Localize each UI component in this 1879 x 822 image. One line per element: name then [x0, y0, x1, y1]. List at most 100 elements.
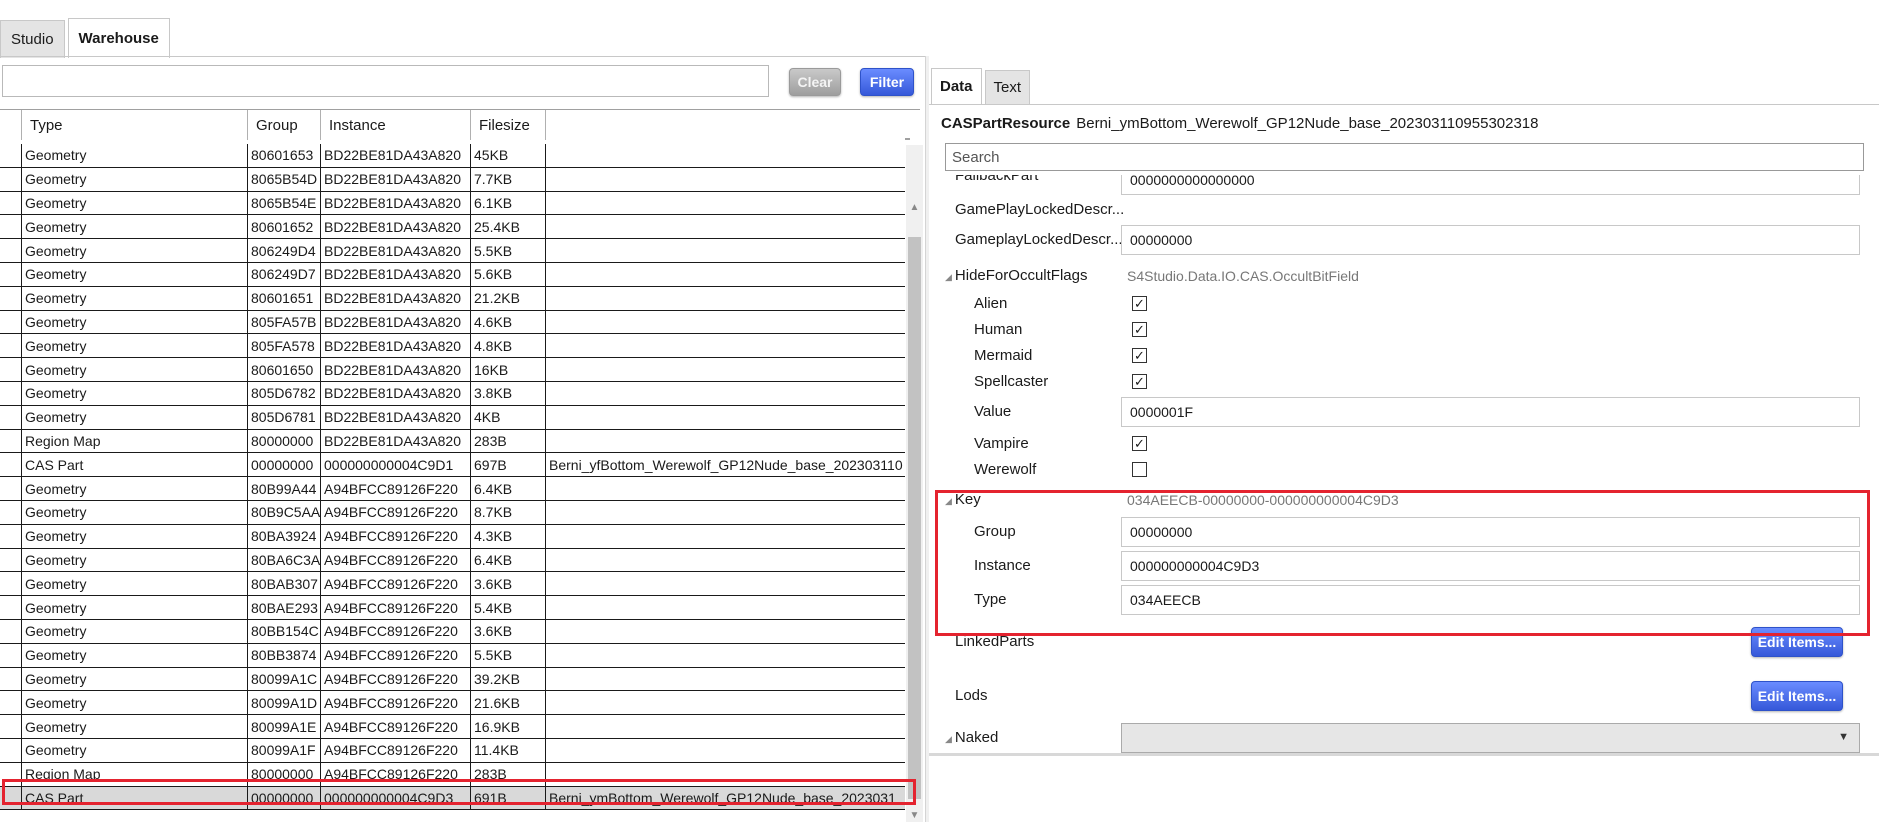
key-group-field[interactable]: 00000000 — [1121, 517, 1860, 547]
table-row[interactable]: Geometry 805FA578 BD22BE81DA43A820 4.8KB — [0, 334, 905, 359]
cell-instance: BD22BE81DA43A820 — [321, 167, 471, 191]
prop-label: Lods — [955, 687, 988, 704]
resource-type-label: CASPartResource — [941, 115, 1071, 132]
mermaid-checkbox[interactable]: ✓ — [1132, 348, 1147, 363]
table-row[interactable]: Geometry 806249D7 BD22BE81DA43A820 5.6KB — [0, 262, 905, 287]
lods-edit-button[interactable]: Edit Items... — [1751, 681, 1843, 711]
row-selector — [0, 524, 22, 548]
filter-input[interactable] — [2, 65, 769, 97]
linked-parts-edit-button[interactable]: Edit Items... — [1751, 627, 1843, 657]
table-row[interactable]: Geometry 8065B54E BD22BE81DA43A820 6.1KB — [0, 191, 905, 216]
table-row[interactable]: CAS Part 00000000 000000000004C9D1 697B Bern… — [0, 453, 905, 478]
prop-hide-for-occult-flags[interactable]: ◢ HideForOccultFlags S4Studio.Data.IO.CAS… — [929, 265, 1879, 289]
chevron-down-icon[interactable]: ▼ — [1838, 731, 1849, 743]
cell-group: 80B99A44 — [248, 477, 321, 500]
cell-type: Geometry — [22, 358, 248, 381]
warehouse-pane: Clear Filter Type Group Instance Filesiz… — [0, 56, 925, 822]
table-row[interactable]: Geometry 80601651 BD22BE81DA43A820 21.2KB — [0, 286, 905, 311]
prop-label: Value — [974, 403, 1012, 420]
table-row[interactable]: Geometry 805D6781 BD22BE81DA43A820 4KB — [0, 405, 905, 430]
table-row[interactable]: Geometry 80601653 BD22BE81DA43A820 45KB — [0, 144, 905, 168]
table-row[interactable]: Geometry 80601650 BD22BE81DA43A820 16KB — [0, 358, 905, 382]
table-row[interactable]: Geometry 80099A1E A94BFCC89126F220 16.9KB — [0, 715, 905, 739]
table-row[interactable]: Geometry 80BA6C3A A94BFCC89126F220 6.4KB — [0, 548, 905, 573]
tab-warehouse[interactable]: Warehouse — [67, 18, 170, 58]
cell-group: 8065B54D — [248, 167, 321, 191]
spellcaster-checkbox[interactable]: ✓ — [1132, 374, 1147, 389]
column-header-instance[interactable]: Instance — [321, 110, 471, 140]
table-row[interactable]: Region Map 80000000 BD22BE81DA43A820 283B — [0, 429, 905, 454]
cell-filesize: 8.7KB — [471, 500, 546, 524]
werewolf-checkbox[interactable] — [1132, 462, 1147, 477]
clear-button[interactable]: Clear — [789, 68, 841, 96]
prop-werewolf: Werewolf — [929, 457, 1879, 483]
row-selector — [0, 167, 22, 191]
cell-group: 80099A1C — [248, 667, 321, 691]
table-row[interactable]: Geometry 80BAB307 A94BFCC89126F220 3.6KB — [0, 572, 905, 597]
prop-label: Human — [974, 321, 1023, 338]
cell-type: Geometry — [22, 262, 248, 286]
tab-text[interactable]: Text — [984, 70, 1031, 104]
table-row[interactable]: Geometry 80B99A44 A94BFCC89126F220 6.4KB — [0, 477, 905, 501]
property-search-input[interactable]: Search — [945, 143, 1864, 171]
column-header-group[interactable]: Group — [248, 110, 321, 140]
occult-value-field[interactable]: 0000001F — [1121, 397, 1860, 427]
key-instance-field[interactable]: 000000000004C9D3 — [1121, 551, 1860, 581]
cell-name — [546, 525, 905, 548]
table-row[interactable]: Geometry 80BAE293 A94BFCC89126F220 5.4KB — [0, 596, 905, 620]
key-type-field[interactable]: 034AEECB — [1121, 585, 1860, 615]
table-row[interactable]: Geometry 80099A1F A94BFCC89126F220 11.4KB — [0, 738, 905, 763]
grid-header: Type Group Instance Filesize — [0, 110, 910, 140]
cell-type: Geometry — [22, 286, 248, 310]
collapse-triangle-icon[interactable]: ◢ — [945, 734, 952, 744]
cell-name — [546, 287, 905, 310]
resource-name: Berni_ymBottom_Werewolf_GP12Nude_base_20… — [1076, 115, 1539, 132]
table-row[interactable]: Geometry 80099A1C A94BFCC89126F220 39.2KB — [0, 667, 905, 692]
table-row[interactable]: Geometry 80099A1D A94BFCC89126F220 21.6KB — [0, 691, 905, 716]
table-row[interactable]: Geometry 806249D4 BD22BE81DA43A820 5.5KB — [0, 239, 905, 263]
scroll-down-arrow-icon[interactable]: ▼ — [906, 807, 923, 822]
tab-studio[interactable]: Studio — [0, 20, 65, 58]
gameplay-locked-field[interactable]: 00000000 — [1121, 225, 1860, 255]
cell-filesize: 3.6KB — [471, 619, 546, 643]
grid-scrollbar[interactable]: ▲ ▼ — [906, 145, 923, 822]
human-checkbox[interactable]: ✓ — [1132, 322, 1147, 337]
collapse-triangle-icon[interactable]: ◢ — [945, 272, 952, 282]
cell-group: 80601650 — [248, 358, 321, 381]
cell-group: 805FA57B — [248, 310, 321, 334]
table-row[interactable]: Region Map 80000000 A94BFCC89126F220 283B — [0, 762, 905, 787]
column-header-filesize[interactable]: Filesize — [471, 110, 546, 140]
scroll-thumb[interactable] — [908, 237, 921, 799]
table-row[interactable]: Geometry 80B9C5AA A94BFCC89126F220 8.7KB — [0, 500, 905, 525]
fallback-part-field[interactable]: 0000000000000000 — [1121, 175, 1860, 195]
vampire-checkbox[interactable]: ✓ — [1132, 436, 1147, 451]
table-row[interactable]: Geometry 80601652 BD22BE81DA43A820 25.4KB — [0, 215, 905, 240]
table-row[interactable]: Geometry 8065B54D BD22BE81DA43A820 7.7KB — [0, 167, 905, 192]
alien-checkbox[interactable]: ✓ — [1132, 296, 1147, 311]
cell-filesize: 5.5KB — [471, 643, 546, 667]
table-row[interactable]: Geometry 80BB154C A94BFCC89126F220 3.6KB — [0, 619, 905, 644]
table-row[interactable]: CAS Part 00000000 000000000004C9D3 691B Bern… — [0, 786, 905, 811]
cell-group: 80BA3924 — [248, 524, 321, 548]
scroll-up-arrow-icon[interactable]: ▲ — [906, 199, 923, 215]
prop-vampire: Vampire ✓ — [929, 431, 1879, 457]
table-row[interactable]: Geometry 805D6782 BD22BE81DA43A820 3.8KB — [0, 381, 905, 406]
row-selector — [0, 191, 22, 215]
table-row[interactable]: Geometry 80BB3874 A94BFCC89126F220 5.5KB — [0, 643, 905, 668]
table-row[interactable]: Geometry 80BA3924 A94BFCC89126F220 4.3KB — [0, 524, 905, 549]
prop-key[interactable]: ◢ Key 034AEECB-00000000-000000000004C9D3 — [929, 489, 1879, 515]
column-header-type[interactable]: Type — [22, 110, 248, 140]
prop-label: ◢ Naked — [945, 729, 998, 746]
properties-pane: Data Text CASPartResource Berni_ymBottom_… — [929, 56, 1879, 822]
filter-button[interactable]: Filter — [860, 68, 914, 96]
cell-name — [546, 668, 905, 691]
collapse-triangle-icon[interactable]: ◢ — [945, 496, 952, 506]
cell-name — [546, 644, 905, 667]
column-header-name[interactable] — [546, 110, 905, 140]
table-row[interactable]: Geometry 805FA57B BD22BE81DA43A820 4.6KB — [0, 310, 905, 335]
naked-dropdown[interactable]: ▼ — [1121, 723, 1860, 753]
tab-data[interactable]: Data — [931, 68, 982, 104]
prop-linked-parts: LinkedParts Edit Items... — [929, 627, 1879, 661]
cell-name — [546, 358, 905, 381]
column-header-select[interactable] — [0, 110, 22, 140]
